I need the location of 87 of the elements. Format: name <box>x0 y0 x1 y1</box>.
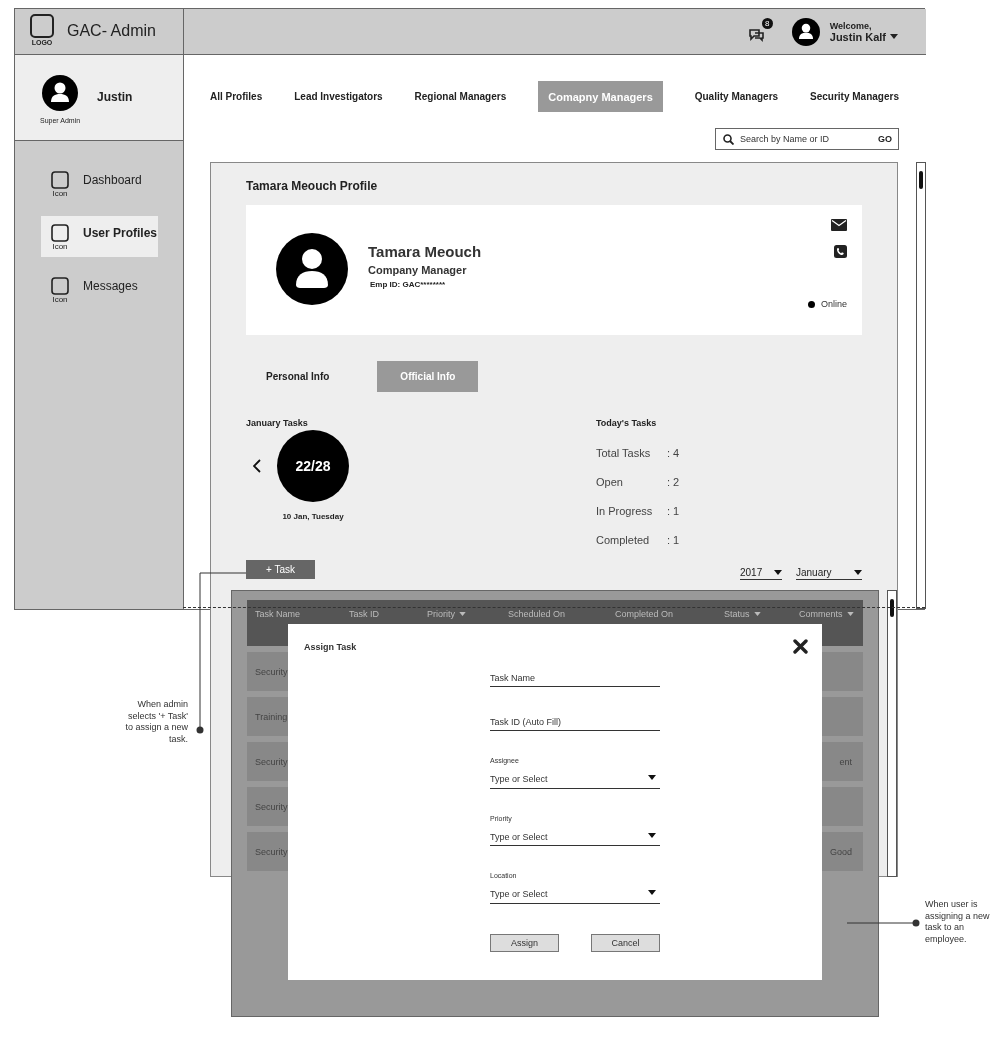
caret-icon <box>890 34 898 39</box>
filter-dropdown[interactable]: 2017 <box>740 565 782 580</box>
phone-icon[interactable] <box>834 245 847 258</box>
date-text: 10 Jan, Tuesday <box>282 512 344 521</box>
table-cell: Security <box>255 756 288 767</box>
user-name: Justin <box>97 90 133 104</box>
avatar-icon <box>42 75 79 111</box>
column-header[interactable]: Status <box>724 609 799 619</box>
tab[interactable]: Regional Managers <box>414 81 507 112</box>
tab[interactable]: All Profiles <box>210 81 263 112</box>
icon-label: Icon <box>52 242 68 251</box>
cancel-button[interactable]: Cancel <box>591 933 660 952</box>
stat-value: : 2 <box>667 475 680 488</box>
section-title: January Tasks <box>246 418 309 428</box>
stat-label: Total Tasks <box>596 446 652 459</box>
tab[interactable]: Personal Info <box>266 361 330 392</box>
stat-value: : 1 <box>667 533 680 546</box>
mail-icon[interactable] <box>831 219 847 231</box>
go-button[interactable]: GO <box>878 134 892 144</box>
chevron-left-icon[interactable] <box>253 459 261 473</box>
search-icon <box>723 133 734 145</box>
sidebar-item[interactable]: Icon Messages <box>41 269 158 310</box>
scrollbar[interactable] <box>887 590 897 877</box>
column-header[interactable]: Priority <box>427 609 508 619</box>
caret-icon <box>648 890 656 895</box>
table-cell: Security <box>255 801 288 812</box>
sidebar-label: User Profiles <box>83 226 158 240</box>
sidebar-label: Dashboard <box>83 173 142 187</box>
logo-icon <box>30 14 54 38</box>
notification-badge: 8 <box>761 17 773 29</box>
add-task-button[interactable]: + Task <box>246 560 315 579</box>
dropdown-field[interactable]: Type or Select <box>490 770 660 789</box>
avatar-icon <box>791 17 820 46</box>
stat-label: Open <box>596 475 624 488</box>
caret-icon <box>854 569 862 575</box>
assign-button[interactable]: Assign <box>490 933 559 952</box>
caret-icon <box>648 832 656 838</box>
stat-value: : 4 <box>667 446 680 459</box>
app-title: GAC- Admin <box>67 22 156 40</box>
placeholder-icon <box>51 224 69 242</box>
dropdown-field[interactable]: Type or Select <box>490 828 660 846</box>
filter-dropdown[interactable]: January <box>796 565 862 580</box>
welcome-text: Welcome, <box>829 20 873 31</box>
user-menu[interactable]: Justin Kalf <box>829 30 898 43</box>
avatar-icon <box>276 233 348 305</box>
profile-role: Company Manager <box>368 264 468 276</box>
sidebar-item[interactable]: Icon User Profiles <box>41 216 158 257</box>
column-header[interactable]: Task Name <box>255 609 349 619</box>
table-cell: Training <box>255 711 288 722</box>
column-header[interactable]: Scheduled On <box>508 609 615 619</box>
close-icon[interactable] <box>793 639 808 654</box>
icon-label: Icon <box>52 189 68 198</box>
column-header[interactable]: Task ID <box>349 609 427 619</box>
caret-icon <box>648 775 656 780</box>
annotation-text: When admin selects '+ Task' to assign a new task. <box>124 699 188 746</box>
table-cell: ent <box>839 756 852 767</box>
dialog-title: Assign Task <box>304 642 357 652</box>
stat-value: : 1 <box>667 504 680 517</box>
stat-label: Completed <box>596 533 651 546</box>
input-field[interactable]: Task Name <box>490 669 660 687</box>
table-cell: Good <box>829 846 852 857</box>
column-header[interactable]: Comments <box>799 609 863 619</box>
dropdown-field[interactable]: Type or Select <box>490 885 660 904</box>
panel-title: Tamara Meouch Profile <box>246 179 379 193</box>
table-cell: Security <box>255 846 288 857</box>
column-header[interactable]: Completed On <box>615 609 724 619</box>
sidebar-label: Messages <box>83 279 138 293</box>
tab[interactable]: Quality Managers <box>694 81 779 112</box>
status-text: Online <box>821 299 847 309</box>
table-cell: Security <box>255 666 288 677</box>
status-dot <box>808 300 815 308</box>
section-title: Today's Tasks <box>596 418 658 428</box>
tab[interactable]: Lead Investigators <box>294 81 383 112</box>
annotation-text: When user is assigning a new task to an employee. <box>925 899 991 946</box>
search-field[interactable]: Search by Name or ID GO <box>715 128 899 150</box>
placeholder-icon <box>51 171 69 189</box>
tab[interactable]: Security Managers <box>810 81 899 112</box>
task-count-circle: 22/28 <box>277 430 349 502</box>
placeholder-icon <box>51 277 69 295</box>
stat-label: In Progress <box>596 504 654 517</box>
caret-icon <box>774 569 782 575</box>
input-field[interactable]: Task ID (Auto Fill) <box>490 713 660 731</box>
sidebar-item[interactable]: Icon Dashboard <box>41 163 158 204</box>
employee-id: Emp ID: GAC******** <box>369 280 447 289</box>
scrollbar[interactable] <box>916 162 926 609</box>
profile-name: Tamara Meouch <box>368 243 483 260</box>
icon-label: Icon <box>52 295 68 304</box>
